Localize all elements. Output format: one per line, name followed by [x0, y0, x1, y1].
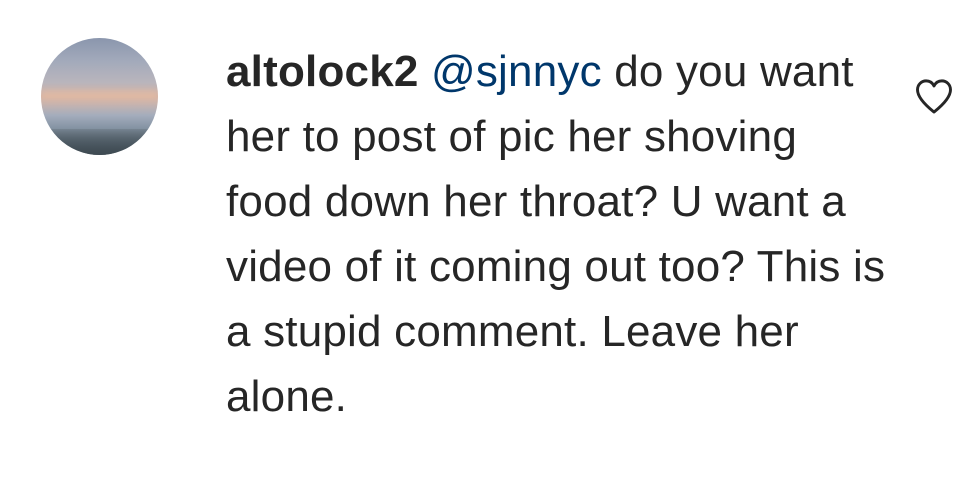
- heart-outline-icon: [916, 79, 952, 114]
- comment-body: altolock2 @sjnnyc do you want her to pos…: [226, 39, 886, 429]
- comment: altolock2 @sjnnyc do you want her to pos…: [0, 0, 980, 500]
- avatar-haze: [41, 90, 158, 100]
- comment-username[interactable]: altolock2: [226, 47, 419, 96]
- avatar-shore: [41, 129, 158, 155]
- comment-mention[interactable]: @sjnnyc: [431, 47, 602, 96]
- comment-text: do you want her to post of pic her shovi…: [226, 47, 886, 421]
- avatar[interactable]: [41, 38, 158, 155]
- like-button[interactable]: [912, 74, 956, 118]
